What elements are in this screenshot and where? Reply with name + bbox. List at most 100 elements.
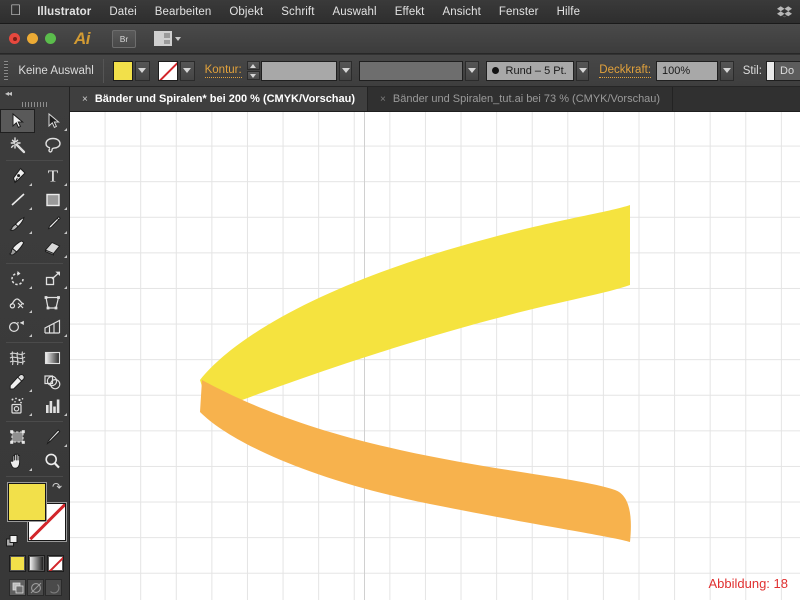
document-canvas[interactable]: Abbildung: 18 bbox=[70, 112, 800, 600]
stroke-weight-stepper[interactable] bbox=[246, 61, 260, 80]
svg-text:T: T bbox=[47, 167, 58, 185]
pencil-tool[interactable] bbox=[35, 212, 70, 236]
fill-stroke-widget: ↷ bbox=[6, 481, 69, 549]
gradient-tool[interactable] bbox=[35, 346, 70, 370]
width-tool[interactable] bbox=[0, 291, 35, 315]
stroke-color-swatch[interactable] bbox=[157, 60, 178, 81]
chevron-down-icon bbox=[183, 68, 192, 73]
free-transform-tool[interactable] bbox=[35, 291, 70, 315]
window-controls bbox=[9, 33, 56, 44]
draw-inside-button[interactable] bbox=[45, 579, 62, 596]
zoom-window-button[interactable] bbox=[45, 33, 56, 44]
lasso-tool[interactable] bbox=[35, 133, 70, 157]
gradient-mode-button[interactable] bbox=[28, 555, 45, 572]
draw-behind-button[interactable] bbox=[27, 579, 44, 596]
menu-item-effekt[interactable]: Effekt bbox=[386, 6, 434, 18]
control-bar-grip[interactable] bbox=[4, 60, 9, 81]
document-tab-label: Bänder und Spiralen_tut.ai bei 73 % (CMY… bbox=[392, 93, 661, 105]
close-icon[interactable]: × bbox=[82, 94, 88, 105]
direct-selection-tool[interactable] bbox=[35, 109, 70, 133]
menu-item-hilfe[interactable]: Hilfe bbox=[548, 6, 590, 18]
tool-group-selection bbox=[0, 109, 69, 157]
blob-brush-tool[interactable] bbox=[0, 236, 35, 260]
eyedropper-tool[interactable] bbox=[0, 370, 35, 394]
chevron-down-icon bbox=[723, 68, 732, 73]
magic-wand-tool[interactable] bbox=[0, 133, 35, 157]
zoom-tool[interactable] bbox=[35, 449, 70, 473]
default-fill-stroke-icon[interactable] bbox=[6, 535, 20, 549]
collapse-panel-button[interactable]: ◂◂ bbox=[0, 87, 69, 100]
rotate-tool[interactable] bbox=[0, 267, 35, 291]
document-tab-active[interactable]: × Bänder und Spiralen* bei 200 % (CMYK/V… bbox=[70, 87, 369, 111]
menu-item-datei[interactable]: Datei bbox=[100, 6, 145, 18]
divider bbox=[102, 58, 104, 83]
dropbox-icon[interactable] bbox=[777, 5, 792, 20]
close-window-button[interactable] bbox=[9, 33, 20, 44]
fill-color-swatch[interactable] bbox=[112, 60, 133, 81]
column-graph-tool[interactable] bbox=[35, 394, 70, 418]
menu-item-objekt[interactable]: Objekt bbox=[220, 6, 272, 18]
shape-builder-tool[interactable] bbox=[0, 315, 35, 339]
mesh-tool[interactable] bbox=[0, 346, 35, 370]
minimize-window-button[interactable] bbox=[27, 33, 38, 44]
stroke-weight-decrease-button[interactable] bbox=[246, 71, 260, 80]
none-mode-button[interactable] bbox=[47, 555, 64, 572]
application-bar: Ai Br bbox=[0, 24, 800, 54]
document-setup-button[interactable]: Do bbox=[774, 61, 800, 81]
stroke-weight-dropdown-button[interactable] bbox=[338, 60, 353, 81]
paintbrush-tool[interactable] bbox=[0, 212, 35, 236]
pen-tool[interactable] bbox=[0, 164, 35, 188]
color-mode-button[interactable] bbox=[9, 555, 26, 572]
stroke-color-dropdown-button[interactable] bbox=[179, 60, 195, 81]
draw-normal-button[interactable] bbox=[9, 579, 26, 596]
scale-tool[interactable] bbox=[35, 267, 70, 291]
menu-item-ansicht[interactable]: Ansicht bbox=[433, 6, 489, 18]
opacity-panel-link[interactable]: Deckkraft: bbox=[599, 64, 652, 78]
close-icon[interactable]: × bbox=[380, 94, 386, 105]
bridge-button[interactable]: Br bbox=[112, 29, 136, 48]
fill-color-dropdown-button[interactable] bbox=[134, 60, 150, 81]
tool-group-indicator-icon bbox=[64, 128, 67, 131]
tools-panel-grip[interactable] bbox=[0, 100, 69, 109]
arrange-documents-button[interactable] bbox=[154, 31, 181, 46]
round-brush-icon bbox=[491, 67, 499, 74]
line-segment-tool[interactable] bbox=[0, 188, 35, 212]
brush-definition-dropdown-button[interactable] bbox=[575, 60, 590, 81]
menu-bar-status-area bbox=[777, 0, 792, 24]
artboard-tool[interactable] bbox=[0, 425, 35, 449]
perspective-grid-tool[interactable] bbox=[35, 315, 70, 339]
menu-item-illustrator[interactable]: Illustrator bbox=[35, 6, 100, 18]
control-bar: Keine Auswahl Kontur: Rund – 5 Pt. Deckk… bbox=[0, 55, 800, 87]
selection-tool[interactable] bbox=[0, 109, 35, 133]
hand-tool[interactable] bbox=[0, 449, 35, 473]
ribbon-spiral-artwork[interactable] bbox=[70, 112, 800, 600]
menu-item-schrift[interactable]: Schrift bbox=[272, 6, 323, 18]
opacity-dropdown-button[interactable] bbox=[720, 60, 734, 81]
symbol-sprayer-tool[interactable] bbox=[0, 394, 35, 418]
opacity-field[interactable]: 100% bbox=[656, 60, 719, 81]
tool-group-indicator-icon bbox=[64, 255, 67, 258]
menu-item-fenster[interactable]: Fenster bbox=[490, 6, 548, 18]
stroke-panel-link[interactable]: Kontur: bbox=[204, 64, 242, 78]
tool-group-indicator-icon bbox=[29, 468, 32, 471]
stroke-profile-field[interactable] bbox=[359, 60, 464, 81]
stroke-weight-field[interactable] bbox=[260, 60, 337, 81]
divider bbox=[6, 476, 63, 477]
stroke-weight-increase-button[interactable] bbox=[246, 61, 260, 70]
stroke-color-control[interactable] bbox=[157, 60, 195, 81]
apple-menu-icon[interactable]:  bbox=[10, 3, 21, 18]
swap-fill-stroke-icon[interactable]: ↷ bbox=[52, 481, 66, 495]
rectangle-tool[interactable] bbox=[35, 188, 70, 212]
stroke-profile-dropdown-button[interactable] bbox=[465, 60, 479, 81]
menu-item-auswahl[interactable]: Auswahl bbox=[324, 6, 386, 18]
slice-tool[interactable] bbox=[35, 425, 70, 449]
blend-tool[interactable] bbox=[35, 370, 70, 394]
eraser-tool[interactable] bbox=[35, 236, 70, 260]
document-tab-inactive[interactable]: × Bänder und Spiralen_tut.ai bei 73 % (C… bbox=[368, 87, 674, 111]
menu-item-bearbeiten[interactable]: Bearbeiten bbox=[146, 6, 221, 18]
fill-indicator[interactable] bbox=[8, 483, 46, 521]
type-tool[interactable]: T bbox=[35, 164, 70, 188]
fill-color-control[interactable] bbox=[112, 60, 150, 81]
divider bbox=[6, 421, 63, 422]
brush-definition-field[interactable]: Rund – 5 Pt. bbox=[485, 60, 574, 81]
